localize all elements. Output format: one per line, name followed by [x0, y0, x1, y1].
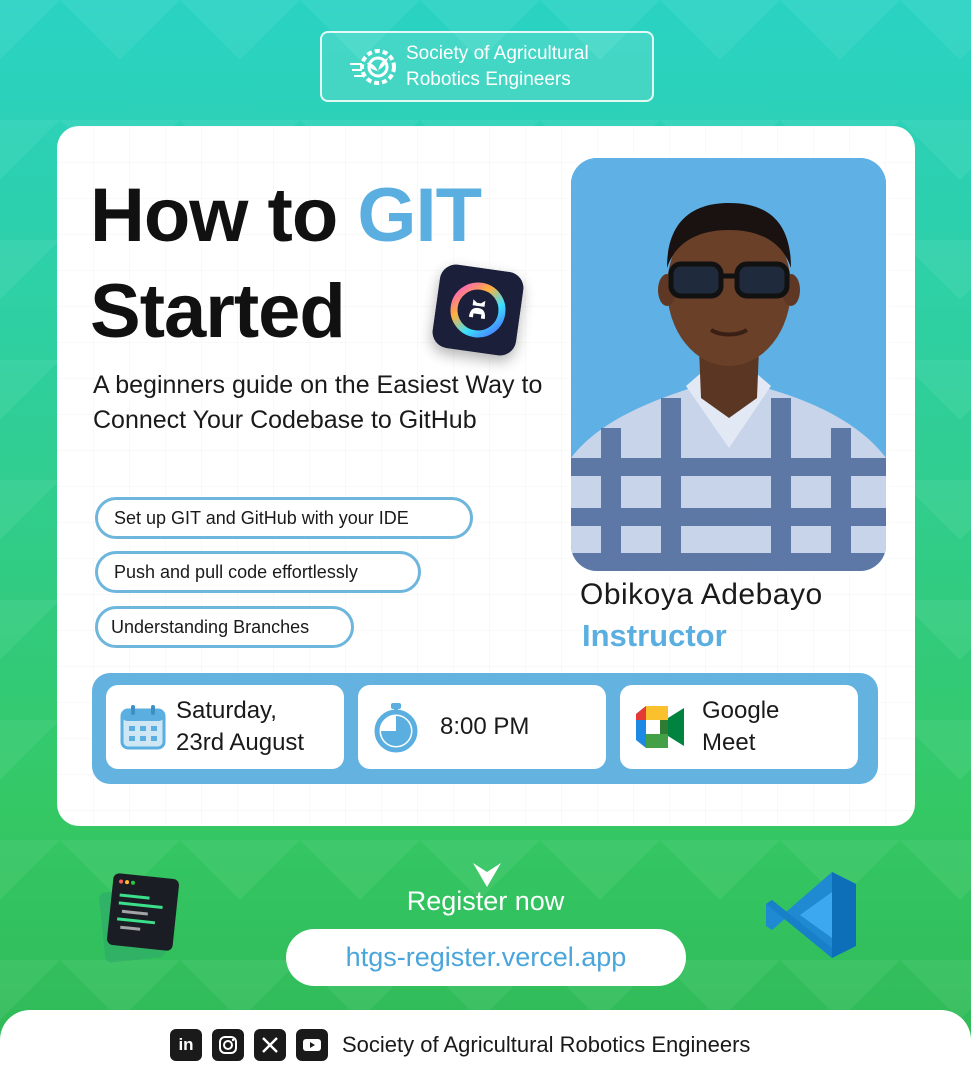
org-badge: Society of Agricultural Robotics Enginee… — [320, 31, 654, 102]
footer: in Society of Agricultural Robotics Engi… — [0, 1010, 971, 1080]
time-box: 8:00 PM — [358, 685, 606, 769]
title-accent: GIT — [357, 173, 482, 258]
topic-label: Set up GIT and GitHub with your IDE — [114, 507, 409, 528]
platform-text: Google Meet — [702, 695, 779, 759]
topic-pill: Understanding Branches — [95, 606, 354, 648]
vscode-icon — [766, 872, 856, 958]
topic-pill: Push and pull code effortlessly — [95, 551, 421, 593]
event-info-bar: Saturday, 23rd August 8:00 PM Google Mee… — [92, 673, 878, 784]
register-link[interactable]: htgs-register.vercel.app — [286, 929, 686, 986]
code-editor-icon — [99, 873, 179, 963]
arrow-down-icon — [473, 863, 501, 887]
stopwatch-icon — [374, 703, 418, 753]
footer-org-name: Society of Agricultural Robotics Enginee… — [342, 1032, 751, 1057]
youtube-icon[interactable] — [296, 1029, 328, 1061]
instructor-role: Instructor — [582, 618, 727, 653]
platform-line1: Google — [702, 697, 780, 724]
linkedin-icon[interactable]: in — [170, 1029, 202, 1061]
topic-label: Push and pull code effortlessly — [114, 561, 358, 582]
date-box: Saturday, 23rd August — [106, 685, 344, 769]
date-text: Saturday, 23rd August — [176, 695, 304, 759]
date-line2: 23rd August — [176, 729, 305, 756]
x-icon[interactable] — [254, 1029, 286, 1061]
topic-pill: Set up GIT and GitHub with your IDE — [95, 497, 473, 539]
platform-line2: Meet — [702, 729, 756, 756]
time-text: 8:00 PM — [440, 713, 530, 740]
gear-plant-icon — [350, 48, 396, 85]
instructor-photo — [571, 158, 886, 571]
date-line1: Saturday, — [176, 697, 277, 724]
org-name: Society of Agricultural Robotics Enginee… — [406, 41, 646, 93]
calendar-icon — [120, 705, 166, 750]
instructor-portrait-illustration — [571, 158, 886, 571]
title-part1: How to — [90, 173, 358, 258]
platform-box: Google Meet — [620, 685, 858, 769]
github-copilot-icon — [430, 262, 526, 358]
instagram-icon[interactable] — [212, 1029, 244, 1061]
topic-label: Understanding Branches — [111, 616, 310, 637]
instructor-name: Obikoya Adebayo — [580, 578, 823, 611]
google-meet-icon — [636, 706, 684, 748]
title-part2: Started — [90, 269, 346, 354]
org-name-line1: Society of Agricultural — [406, 42, 589, 64]
subtitle: A beginners guide on the Easiest Way to … — [93, 371, 543, 434]
org-name-line2: Robotics Engineers — [406, 68, 571, 90]
